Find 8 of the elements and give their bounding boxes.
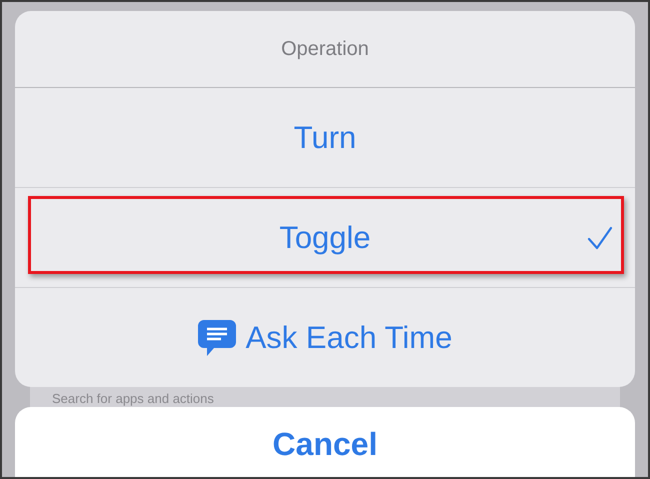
sheet-title: Operation <box>281 38 369 60</box>
message-icon <box>198 320 236 356</box>
option-item[interactable]: Ask Each Time <box>15 288 635 387</box>
cancel-button[interactable]: Cancel <box>15 407 635 477</box>
option-item[interactable]: Toggle <box>15 188 635 288</box>
option-item[interactable]: Turn <box>15 88 635 188</box>
search-field[interactable]: Search for apps and actions <box>40 390 610 406</box>
checkmark-icon <box>587 226 613 250</box>
